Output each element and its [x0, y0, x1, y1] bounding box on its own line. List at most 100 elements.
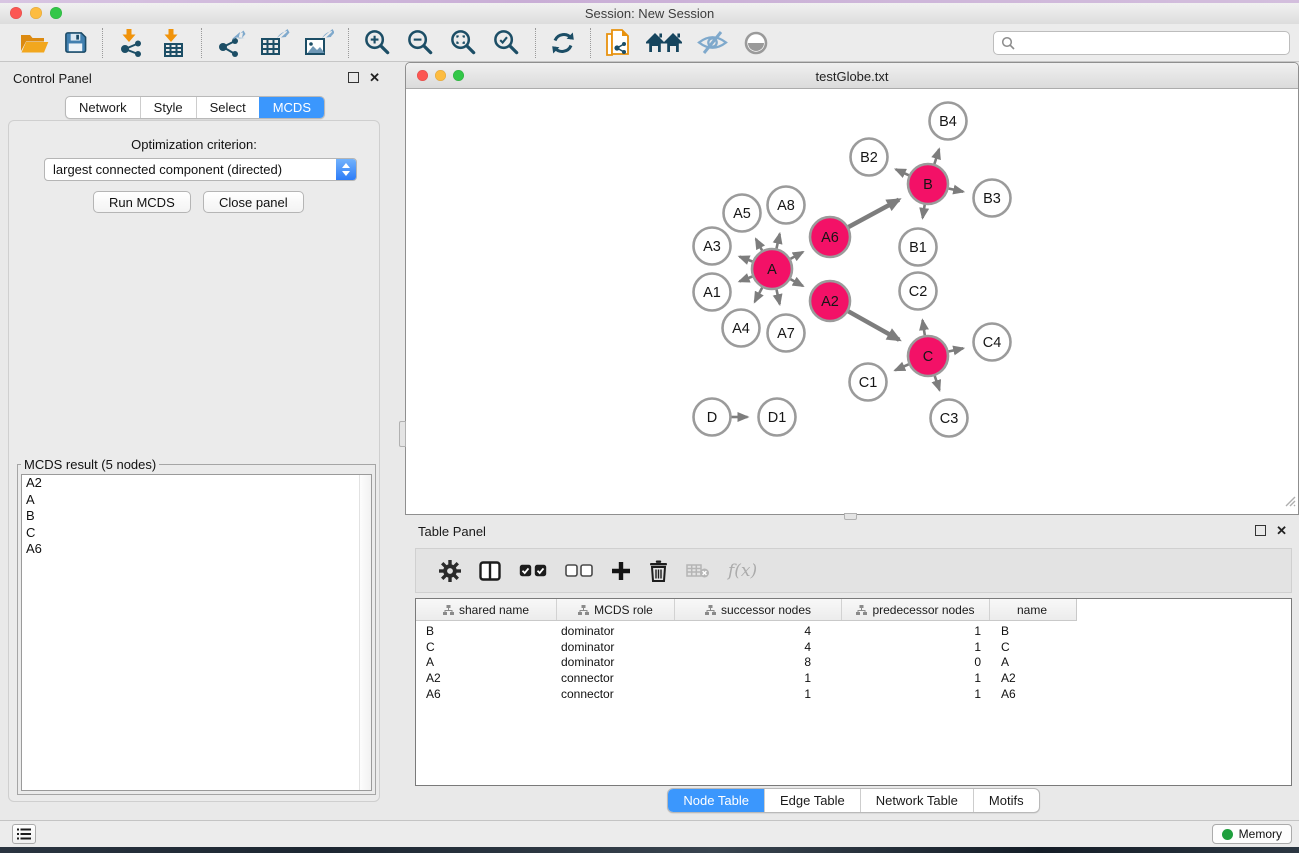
graph-edge-B-B2[interactable] — [896, 169, 909, 175]
network-window-titlebar[interactable]: testGlobe.txt — [406, 63, 1298, 89]
graph-node-A7[interactable]: A7 — [768, 315, 805, 352]
graph-edge-C-C1[interactable] — [895, 364, 909, 370]
import-network-icon[interactable] — [117, 29, 145, 57]
graph-edge-B-B4[interactable] — [934, 149, 939, 164]
table-cell[interactable]: C — [416, 640, 557, 654]
zoom-fit-icon[interactable] — [449, 28, 478, 57]
table-cell[interactable]: A6 — [990, 687, 1074, 701]
table-cell[interactable]: A2 — [416, 671, 557, 685]
graph-node-B3[interactable]: B3 — [974, 180, 1011, 217]
float-panel-icon[interactable] — [348, 72, 359, 83]
tab-network[interactable]: Network — [66, 97, 140, 118]
table-row[interactable]: A6connector11A6 — [416, 686, 1291, 702]
table-row[interactable]: Bdominator41B — [416, 623, 1291, 639]
graph-edge-C-C2[interactable] — [923, 320, 925, 335]
graph-node-B2[interactable]: B2 — [851, 139, 888, 176]
graph-node-A[interactable]: A — [752, 249, 792, 289]
graph-edge-C-C4[interactable] — [949, 348, 964, 351]
tab-node-table[interactable]: Node Table — [668, 789, 764, 812]
graph-node-C4[interactable]: C4 — [974, 324, 1011, 361]
table-cell[interactable]: 1 — [675, 671, 842, 685]
zoom-out-icon[interactable] — [406, 28, 435, 57]
refresh-icon[interactable] — [550, 30, 576, 56]
table-cell[interactable]: B — [990, 624, 1074, 638]
table-cell[interactable]: 1 — [675, 687, 842, 701]
home-icon[interactable] — [646, 30, 682, 55]
graph-node-A1[interactable]: A1 — [694, 274, 731, 311]
memory-button[interactable]: Memory — [1212, 824, 1292, 844]
run-mcds-button[interactable]: Run MCDS — [93, 191, 191, 213]
network-document-icon[interactable] — [605, 28, 632, 58]
tab-motifs[interactable]: Motifs — [973, 789, 1039, 812]
table-cell[interactable]: connector — [557, 671, 675, 685]
graph-node-B1[interactable]: B1 — [900, 229, 937, 266]
graph-node-C1[interactable]: C1 — [850, 364, 887, 401]
table-cell[interactable]: 1 — [842, 687, 990, 701]
search-input[interactable] — [1020, 33, 1284, 53]
table-cell[interactable]: A6 — [416, 687, 557, 701]
table-cell[interactable]: 1 — [842, 624, 990, 638]
optimization-dropdown[interactable]: largest connected component (directed) — [44, 158, 357, 181]
tab-select[interactable]: Select — [196, 97, 259, 118]
graph-edge-B-B3[interactable] — [949, 189, 964, 192]
table-cell[interactable]: B — [416, 624, 557, 638]
delete-table-icon[interactable] — [686, 563, 710, 579]
graph-edge-A-A8[interactable] — [777, 234, 780, 249]
column-header-MCDS-role[interactable]: MCDS role — [557, 599, 675, 620]
export-table-icon[interactable] — [260, 29, 290, 57]
mcds-result-item[interactable]: A6 — [22, 541, 371, 558]
graph-edge-C-C3[interactable] — [935, 376, 940, 390]
scrollbar[interactable] — [359, 475, 371, 790]
graph-edge-A-A6[interactable] — [790, 252, 803, 259]
gear-icon[interactable] — [439, 560, 461, 582]
graph-edge-A-A4[interactable] — [755, 288, 763, 302]
close-panel-icon[interactable]: ✕ — [369, 72, 380, 83]
column-header-successor-nodes[interactable]: successor nodes — [675, 599, 842, 620]
mcds-result-item[interactable]: C — [22, 525, 371, 542]
eye-icon[interactable] — [743, 30, 769, 56]
graph-node-D[interactable]: D — [694, 399, 731, 436]
table-cell[interactable]: A2 — [990, 671, 1074, 685]
add-icon[interactable] — [611, 561, 631, 581]
columns-icon[interactable] — [479, 561, 501, 581]
tab-network-table[interactable]: Network Table — [860, 789, 973, 812]
vertical-splitter-handle[interactable] — [399, 421, 406, 447]
zoom-selected-icon[interactable] — [492, 28, 521, 57]
graph-edge-A-A5[interactable] — [756, 239, 762, 251]
graph-edge-A2-C[interactable] — [848, 311, 899, 340]
mcds-result-item[interactable]: A2 — [22, 475, 371, 492]
table-cell[interactable]: C — [990, 640, 1074, 654]
import-table-icon[interactable] — [159, 29, 187, 57]
trash-icon[interactable] — [649, 560, 668, 582]
graph-node-C[interactable]: C — [908, 336, 948, 376]
table-cell[interactable]: 4 — [675, 624, 842, 638]
table-cell[interactable]: 0 — [842, 655, 990, 669]
table-cell[interactable]: dominator — [557, 655, 675, 669]
open-folder-icon[interactable] — [19, 31, 49, 55]
table-cell[interactable]: 1 — [842, 640, 990, 654]
graph-edge-A-A7[interactable] — [777, 290, 780, 305]
task-history-button[interactable] — [12, 824, 36, 844]
column-header-name[interactable]: name — [990, 599, 1074, 620]
graph-node-A6[interactable]: A6 — [810, 217, 850, 257]
graph-node-C3[interactable]: C3 — [931, 400, 968, 437]
float-panel-icon[interactable] — [1255, 525, 1266, 536]
dropdown-stepper-icon[interactable] — [336, 159, 356, 180]
table-row[interactable]: Cdominator41C — [416, 639, 1291, 655]
table-row[interactable]: Adominator80A — [416, 655, 1291, 671]
unchecked-boxes-icon[interactable] — [565, 564, 593, 577]
save-icon[interactable] — [63, 30, 88, 55]
table-cell[interactable]: 8 — [675, 655, 842, 669]
node-table[interactable]: shared nameMCDS rolesuccessor nodesprede… — [415, 598, 1292, 786]
network-canvas[interactable]: B4B2BB3A8A5A6B1A3AC2A1A2A4A7C4CC1C3DD1 — [407, 89, 1297, 513]
export-image-icon[interactable] — [304, 29, 334, 57]
table-cell[interactable]: 1 — [842, 671, 990, 685]
mcds-result-item[interactable]: B — [22, 508, 371, 525]
graph-node-A2[interactable]: A2 — [810, 281, 850, 321]
mcds-result-item[interactable]: A — [22, 492, 371, 509]
mcds-result-list[interactable]: A2ABCA6 — [21, 474, 372, 791]
table-cell[interactable]: dominator — [557, 624, 675, 638]
graph-edge-B-B1[interactable] — [923, 205, 925, 218]
graph-edge-A-A1[interactable] — [740, 277, 753, 282]
tab-style[interactable]: Style — [140, 97, 196, 118]
